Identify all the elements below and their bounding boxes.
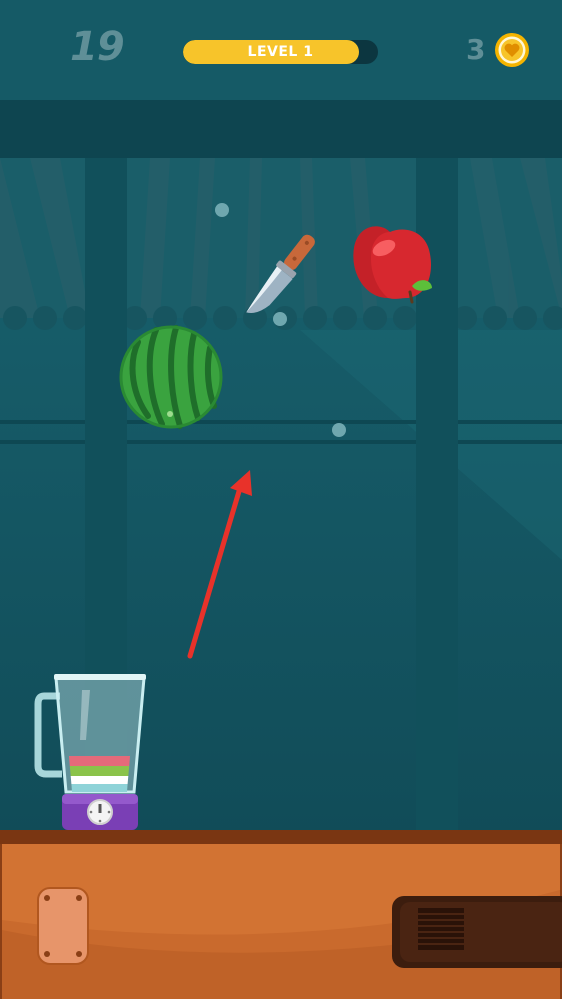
- juice-layer: [70, 776, 129, 784]
- vent-panel: [392, 896, 562, 968]
- aim-arrow: [187, 470, 252, 659]
- knife-icon[interactable]: [236, 224, 326, 328]
- score-counter: 19: [70, 24, 125, 70]
- game-stage[interactable]: 19 LEVEL 1 3: [0, 0, 562, 999]
- juice-layer: [69, 766, 130, 776]
- kitchen-table: [0, 830, 562, 999]
- juice-layer: [69, 756, 130, 766]
- level-progress-bar: LEVEL 1: [183, 40, 378, 64]
- coin-heart-icon: [495, 33, 529, 67]
- apple-icon[interactable]: [350, 218, 436, 308]
- coin-count: 3: [466, 33, 486, 66]
- floating-bubble: [215, 203, 229, 217]
- floating-bubble: [332, 423, 346, 437]
- watermelon-icon[interactable]: [118, 324, 224, 430]
- level-label: LEVEL 1: [247, 44, 314, 60]
- table-plate: [37, 887, 89, 965]
- blender-icon[interactable]: [34, 670, 154, 840]
- juice-layer: [71, 784, 128, 792]
